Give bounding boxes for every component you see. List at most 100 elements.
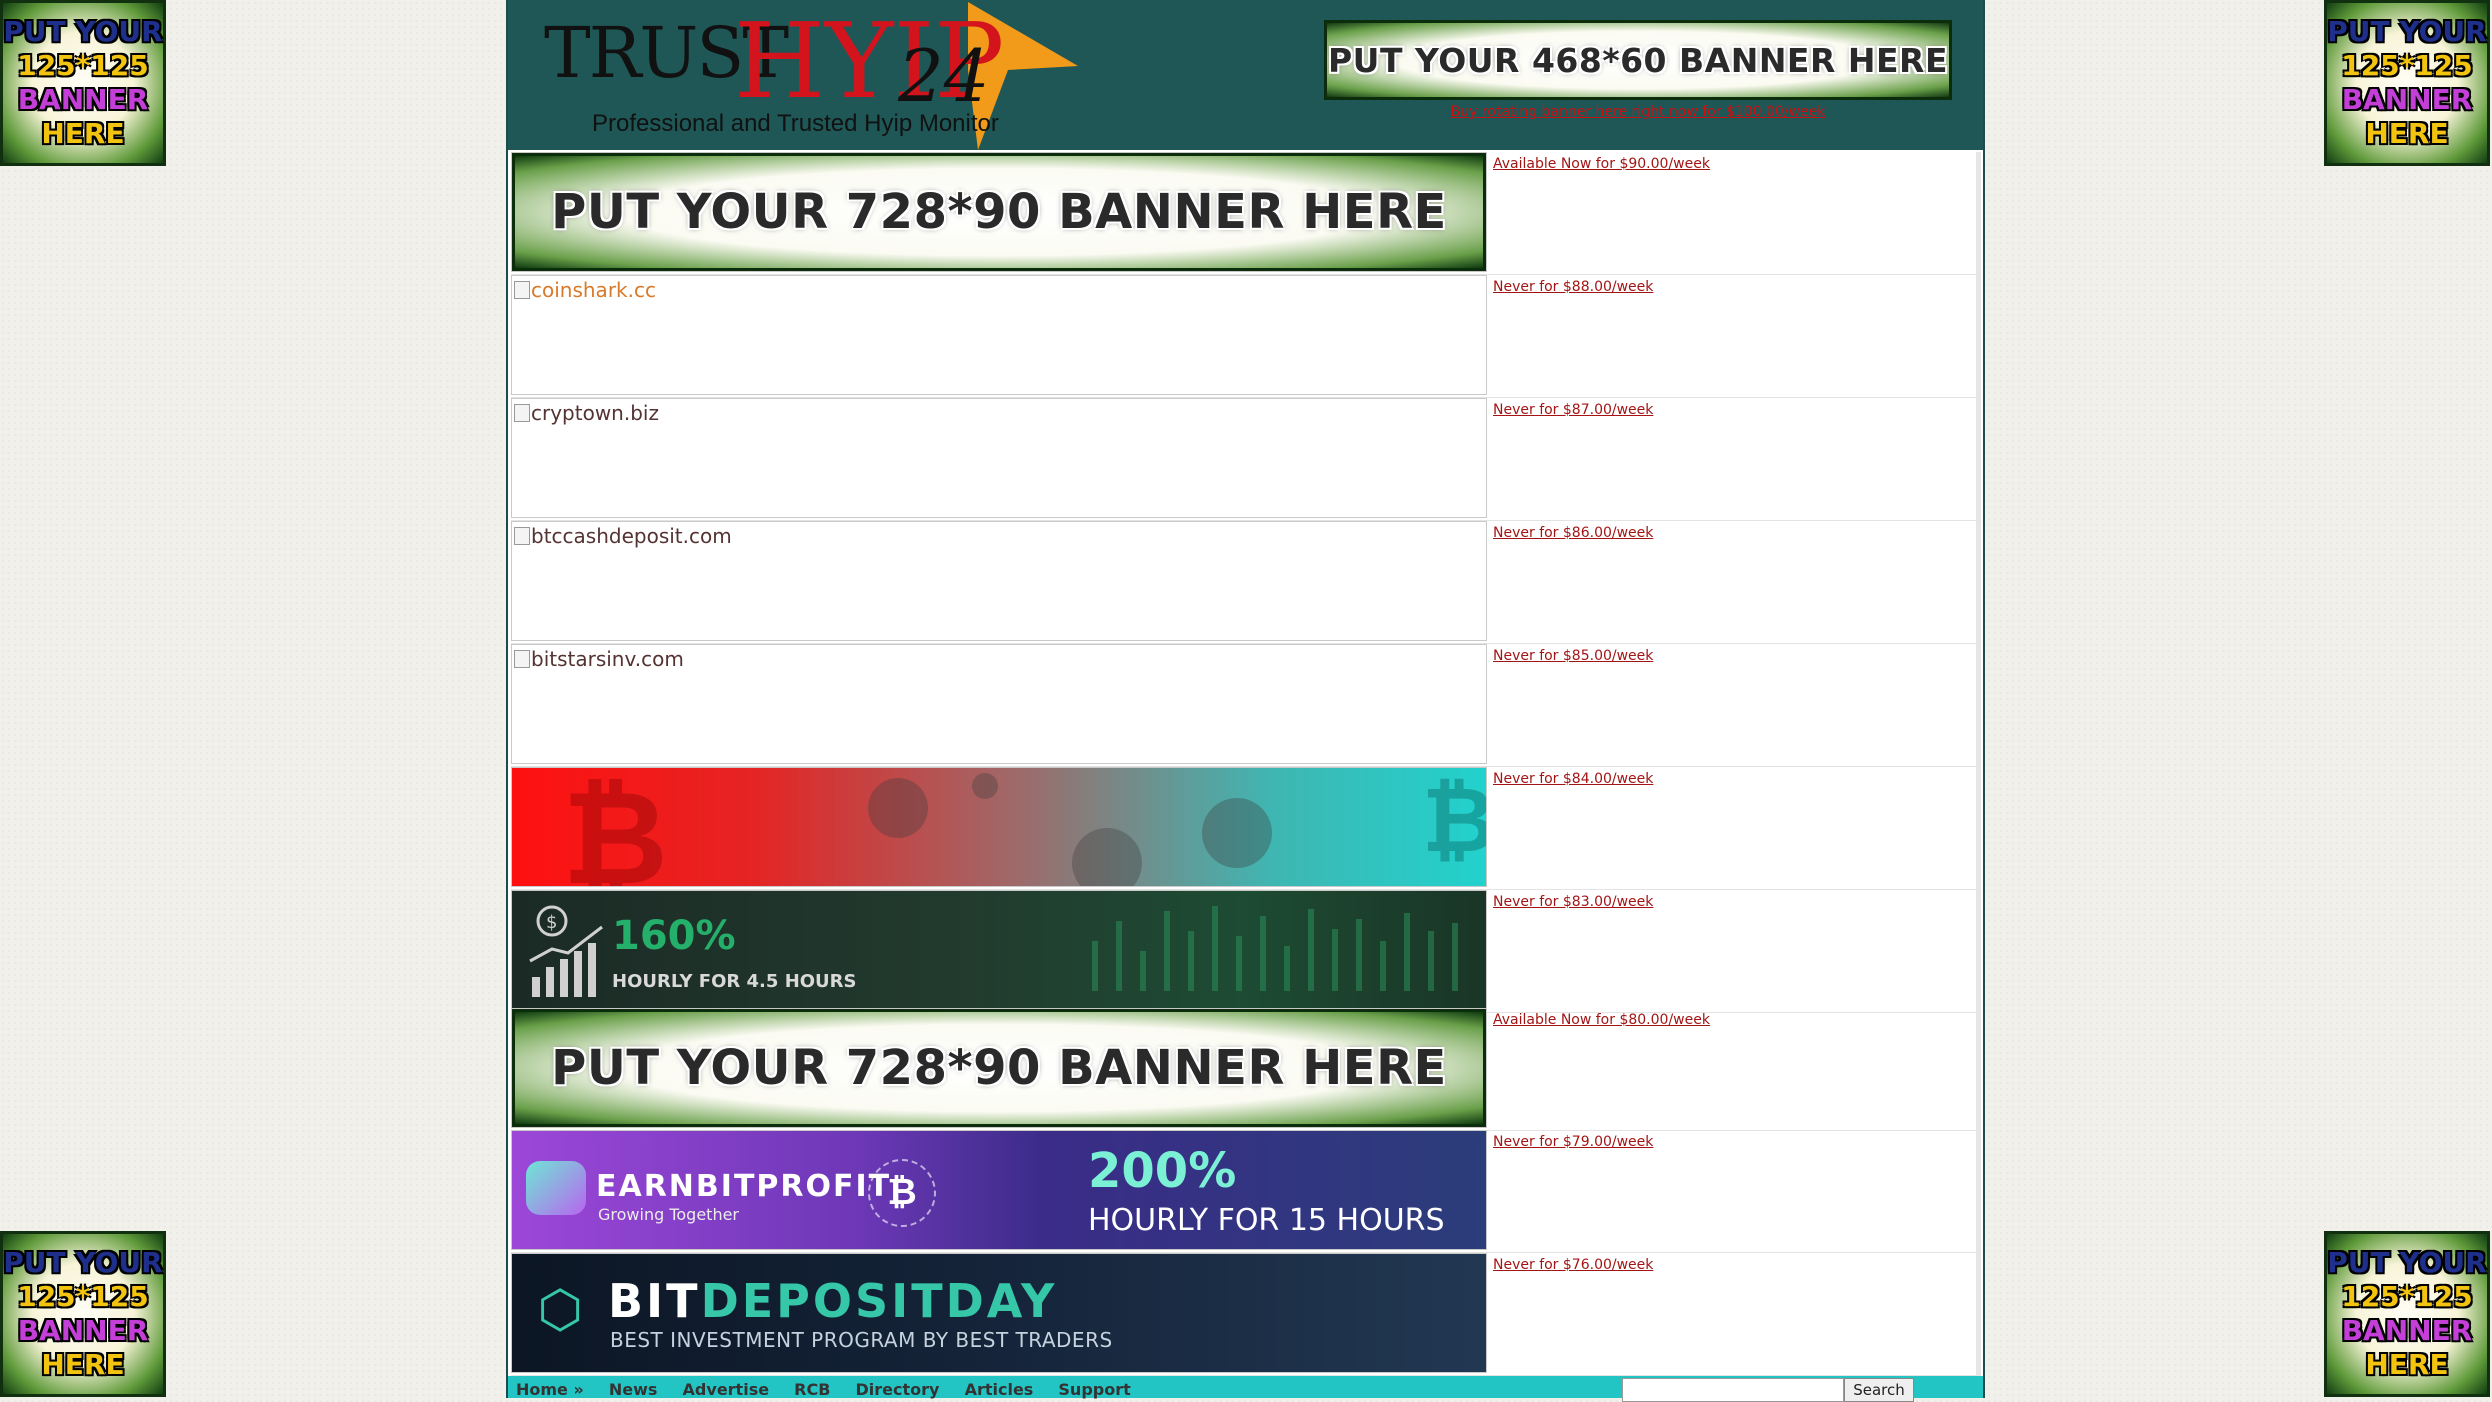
banner-brand: EARNBITPROFIT [596,1169,892,1204]
banner-brand-part: BIT [608,1274,701,1328]
ad-price-link[interactable]: Never for $79.00/week [1493,1134,1653,1150]
decorative-circle [868,778,928,838]
decorative-circle [1072,828,1142,886]
decorative-circle [972,773,998,799]
banner-subline: HOURLY FOR 4.5 HOURS [612,971,857,992]
corner-banner-line: PUT YOUR [3,15,163,48]
ad-row: PUT YOUR 728*90 BANNER HERE Available No… [511,152,1981,275]
ad-price-link[interactable]: Never for $76.00/week [1493,1257,1653,1273]
ad-price-link[interactable]: Available Now for $90.00/week [1493,156,1710,172]
ad-row: ₿ ₿ Never for $84.00/week [511,767,1981,890]
corner-banner-bottom-right[interactable]: PUT YOUR 125*125 BANNER HERE [2324,1231,2490,1397]
broken-image-alt-text: cryptown.biz [531,401,659,425]
banner-tagline: BEST INVESTMENT PROGRAM BY BEST TRADERS [610,1328,1113,1352]
corner-banner-line: PUT YOUR [3,1246,163,1279]
bitcoin-hex-icon: ⬡ [537,1280,583,1340]
broken-image-icon [514,527,530,545]
earnbitprofit-banner[interactable]: EARNBITPROFIT Growing Together ₿ 200% HO… [512,1131,1486,1249]
corner-banner-line: BANNER [17,83,149,116]
nav-item-advertise[interactable]: Advertise [683,1380,770,1399]
corner-banner-top-right[interactable]: PUT YOUR 125*125 BANNER HERE [2324,0,2490,166]
corner-banner-line: HERE [2365,117,2449,150]
nav-item-news[interactable]: News [609,1380,658,1399]
placeholder-banner[interactable]: PUT YOUR 728*90 BANNER HERE [512,153,1486,271]
corner-banner-line: HERE [41,1348,125,1381]
row-side-strip [1976,398,1981,520]
decorative-circle [1202,798,1272,868]
hourly-profit-banner[interactable]: $ 160% HOURLY FOR 4.5 HOURS [512,891,1486,1009]
broken-image-alt-text: btccashdeposit.com [531,524,732,548]
ad-slot-728x90[interactable]: EARNBITPROFIT Growing Together ₿ 200% HO… [511,1130,1487,1250]
svg-text:$: $ [546,912,557,933]
ad-price-link[interactable]: Never for $84.00/week [1493,771,1653,787]
nav-item-support[interactable]: Support [1058,1380,1130,1399]
broken-image-icon [514,281,530,299]
ad-slot-728x90[interactable]: bitstarsinv.com [511,644,1487,764]
ad-slot-728x90[interactable]: $ 160% HOURLY FOR 4.5 HOURS [511,890,1487,1010]
broken-image-alt[interactable]: coinshark.cc [514,278,656,302]
ad-slot-728x90[interactable]: coinshark.cc [511,275,1487,395]
red-teal-crypto-banner[interactable]: ₿ ₿ [512,768,1486,886]
row-side-strip [1976,644,1981,766]
broken-image-alt-text: bitstarsinv.com [531,647,684,671]
ad-row: cryptown.biz Never for $87.00/week [511,398,1981,521]
placeholder-banner[interactable]: PUT YOUR 728*90 BANNER HERE [512,1009,1486,1127]
nav-item-rcb[interactable]: RCB [794,1380,830,1399]
header-banner-text: PUT YOUR 468*60 BANNER HERE [1328,40,1948,80]
ad-row: EARNBITPROFIT Growing Together ₿ 200% HO… [511,1130,1981,1253]
ad-row: PUT YOUR 728*90 BANNER HERE Available No… [511,1008,1981,1131]
broken-image-alt[interactable]: bitstarsinv.com [514,647,684,671]
corner-banner-line: HERE [41,117,125,150]
ad-slot-728x90[interactable]: PUT YOUR 728*90 BANNER HERE [511,152,1487,272]
search-button[interactable]: Search [1844,1378,1914,1402]
ad-price-link[interactable]: Never for $85.00/week [1493,648,1653,664]
nav-item-directory[interactable]: Directory [856,1380,940,1399]
page-container: TRUST HYIP 24 Professional and Trusted H… [506,0,1985,1402]
corner-banner-line: 125*125 [2341,1280,2473,1313]
nav-item-home[interactable]: Home » [516,1380,584,1399]
corner-banner-line: 125*125 [17,49,149,82]
banner-tagline: Growing Together [598,1205,740,1224]
banner-subline: HOURLY FOR 15 HOURS [1088,1203,1445,1238]
logo-tagline: Professional and Trusted Hyip Monitor [592,110,999,137]
bitdepositday-banner[interactable]: ⬡ BITDEPOSITDAY BEST INVESTMENT PROGRAM … [512,1254,1486,1372]
main-navigation: Home » News Advertise RCB Directory Arti… [508,1376,1983,1402]
ad-slot-728x90[interactable]: PUT YOUR 728*90 BANNER HERE [511,1008,1487,1128]
ad-slot-728x90[interactable]: btccashdeposit.com [511,521,1487,641]
row-side-strip [1976,152,1981,274]
corner-banner-bottom-left[interactable]: PUT YOUR 125*125 BANNER HERE [0,1231,166,1397]
corner-banner-line: PUT YOUR [2327,15,2487,48]
ad-slot-728x90[interactable]: ⬡ BITDEPOSITDAY BEST INVESTMENT PROGRAM … [511,1253,1487,1373]
site-logo[interactable]: TRUST HYIP 24 Professional and Trusted H… [538,0,1078,150]
ad-price-link[interactable]: Never for $87.00/week [1493,402,1653,418]
search-input[interactable] [1622,1378,1844,1402]
ad-slot-728x90[interactable]: cryptown.biz [511,398,1487,518]
rotating-banner-link[interactable]: Buy rotating banner here right now for $… [1324,104,1952,120]
nav-item-articles[interactable]: Articles [965,1380,1034,1399]
ad-price-link[interactable]: Never for $88.00/week [1493,279,1653,295]
broken-image-alt[interactable]: btccashdeposit.com [514,524,732,548]
earnbitprofit-logo-icon [526,1161,586,1215]
ad-slot-728x90[interactable]: ₿ ₿ [511,767,1487,887]
corner-banner-line: BANNER [17,1314,149,1347]
placeholder-banner-text: PUT YOUR 728*90 BANNER HERE [551,184,1447,240]
banner-brand-part: DEPOSITDAY [700,1274,1058,1328]
row-side-strip [1976,767,1981,889]
banner-headline: 200% [1088,1143,1237,1199]
ad-price-link[interactable]: Available Now for $80.00/week [1493,1012,1710,1028]
ad-row: btccashdeposit.com Never for $86.00/week [511,521,1981,644]
corner-banner-line: BANNER [2341,83,2473,116]
growth-chart-icon: $ [529,905,603,997]
ad-price-link[interactable]: Never for $86.00/week [1493,525,1653,541]
site-header: TRUST HYIP 24 Professional and Trusted H… [508,0,1983,150]
bitcoin-icon: ₿ [1422,768,1486,873]
corner-banner-line: PUT YOUR [2327,1246,2487,1279]
corner-banner-top-left[interactable]: PUT YOUR 125*125 BANNER HERE [0,0,166,166]
header-banner-468x60[interactable]: PUT YOUR 468*60 BANNER HERE [1324,20,1952,100]
bitcoin-icon: ₿ [562,767,668,887]
broken-image-alt[interactable]: cryptown.biz [514,401,659,425]
placeholder-banner-text: PUT YOUR 728*90 BANNER HERE [551,1040,1447,1096]
ad-price-link[interactable]: Never for $83.00/week [1493,894,1653,910]
banner-brand: BITDEPOSITDAY [608,1274,1057,1328]
corner-banner-line: HERE [2365,1348,2449,1381]
